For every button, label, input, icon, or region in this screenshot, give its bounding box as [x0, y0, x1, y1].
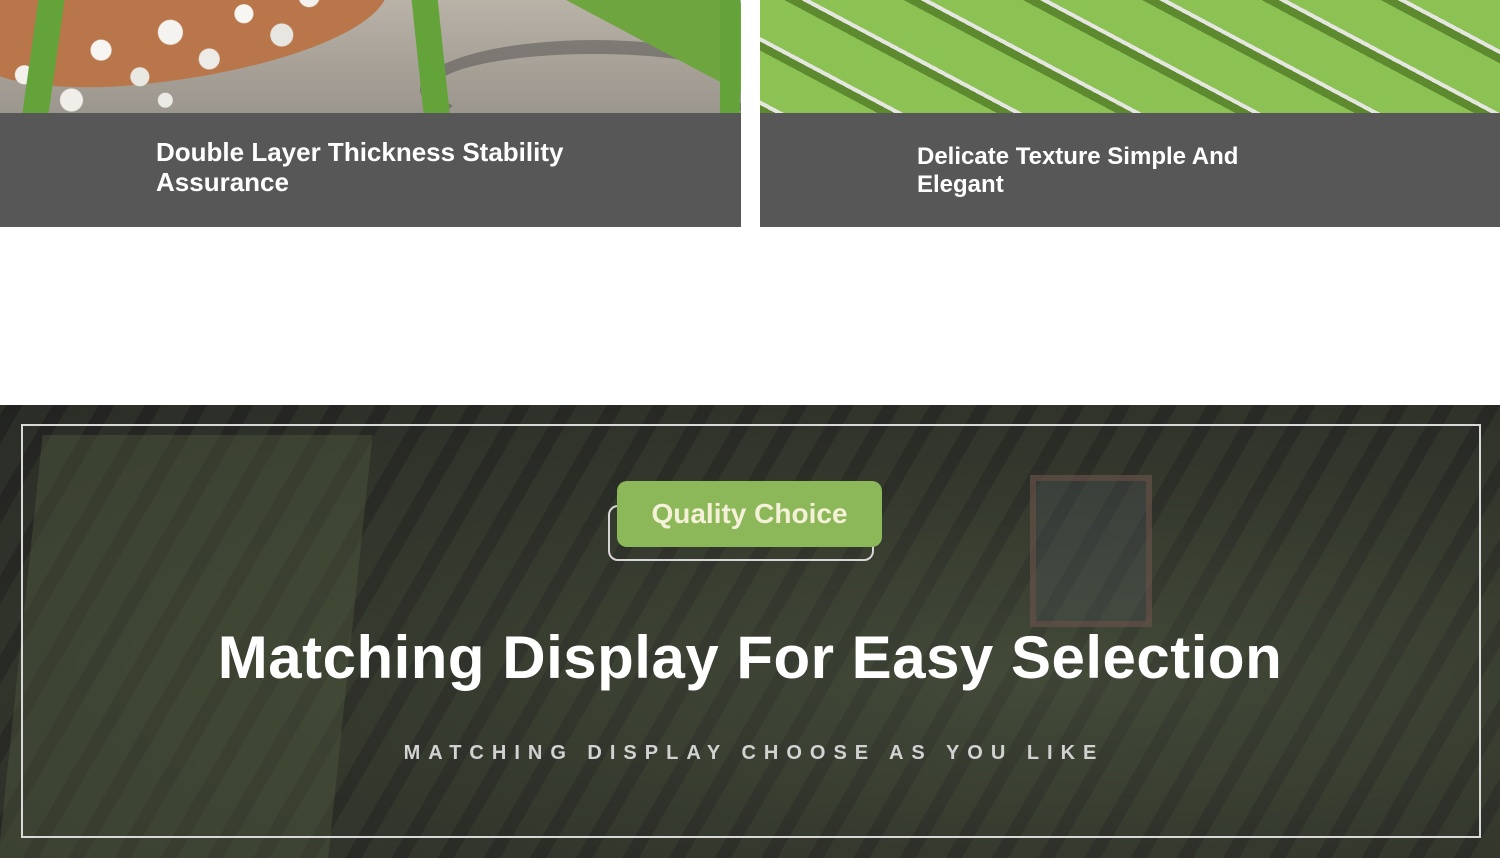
feature-card-stability: Double Layer Thickness Stability Assuran… — [0, 0, 741, 227]
banner-subline: MATCHING DISPLAY CHOOSE AS YOU LIKE — [403, 742, 1105, 764]
feature-card-texture: Delicate Texture Simple And Elegant — [760, 0, 1500, 227]
feature-caption: Delicate Texture Simple And Elegant — [917, 143, 1239, 198]
feature-caption: Double Layer Thickness Stability Assuran… — [156, 137, 564, 197]
badge-label: Quality Choice — [617, 481, 882, 547]
chair-leg-photo — [0, 0, 741, 113]
matching-display-banner: Quality Choice Matching Display For Easy… — [0, 405, 1500, 858]
tabletop-slats-photo — [760, 0, 1500, 113]
banner-headline: Matching Display For Easy Selection — [217, 624, 1283, 691]
quality-badge: Quality Choice — [607, 480, 887, 561]
